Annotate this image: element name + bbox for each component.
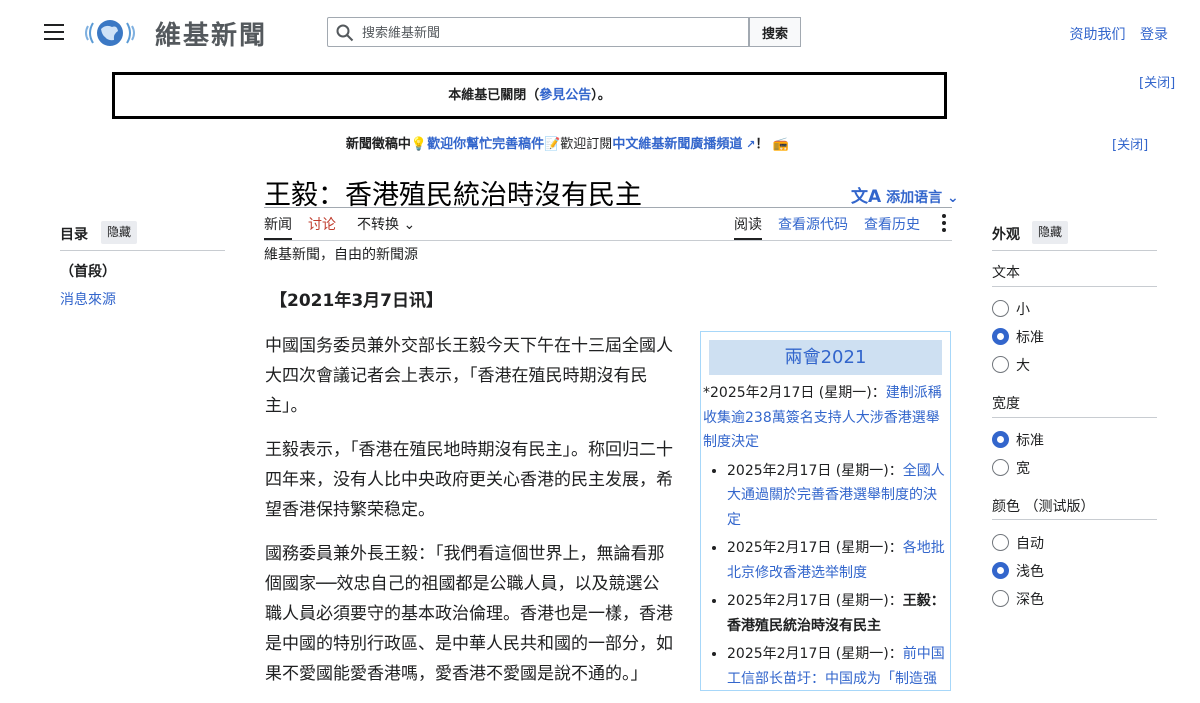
wikinews-logo-icon[interactable] (84, 16, 136, 50)
list-item: 2025年2月17日 (星期一)：各地批北京修改香港选举制度 (727, 536, 948, 585)
sitenotice-tail: ！ (755, 137, 769, 152)
notice-close-link[interactable]: [关闭] (1139, 72, 1175, 91)
text-size-large-label: 大 (1016, 358, 1030, 374)
list-item: 2025年2月17日 (星期一)：王毅：香港殖民統治時沒有民主 (727, 589, 948, 638)
add-languages-label: 添加语言 (886, 190, 943, 206)
appearance-title: 外观 (992, 227, 1020, 243)
notice-suffix: ）。 (591, 88, 611, 103)
appearance-hide-button[interactable]: 隐藏 (1032, 221, 1069, 244)
width-standard-radio[interactable] (992, 431, 1009, 448)
toc-item-top[interactable]: （首段） (60, 261, 116, 281)
site-notice: 新聞徵稿中💡歡迎你幫忙完善稿件📝歡迎訂閱中文維基新聞廣播頻道 ↗！ 📻 (0, 133, 1135, 152)
title-divider (264, 207, 952, 208)
width-wide-radio[interactable] (992, 459, 1009, 476)
external-link-icon: ↗ (742, 138, 756, 151)
article-paragraph: 國務委員兼外長王毅：「我們看這個世界上，無論看那個國家──效忠自己的祖國都是公職… (265, 544, 673, 684)
color-dark-radio[interactable] (992, 590, 1009, 607)
text-size-standard-label: 标准 (1016, 330, 1044, 346)
donate-link[interactable]: 资助我们 (1070, 27, 1126, 43)
width-standard-label: 标准 (1016, 433, 1044, 449)
tab-news[interactable]: 新闻 (264, 214, 292, 234)
sitenotice-close-link[interactable]: [关闭] (1112, 134, 1148, 153)
entry-date: 2025年2月17日 (星期一)： (727, 540, 903, 556)
search-input[interactable] (360, 20, 744, 46)
text-size-large-radio[interactable] (992, 356, 1009, 373)
more-actions-icon[interactable] (936, 211, 952, 237)
notice-link[interactable]: 參見公告 (539, 88, 591, 103)
color-light-label: 浅色 (1016, 564, 1044, 580)
toc-hide-button[interactable]: 隐藏 (101, 221, 138, 244)
sitenotice-lead: 新聞徵稿中 (345, 137, 411, 152)
infobox-list: *2025年2月17日 (星期一)：建制派稱收集逾238萬簽名支持人大涉香港選舉… (701, 381, 950, 690)
chevron-down-icon: ⌄ (399, 217, 416, 233)
site-logo-text[interactable]: 維基新聞 (155, 15, 267, 52)
article-paragraph: 中國国务委员兼外交部长王毅今天下午在十三屆全國人大四次會議记者会上表示，「香港在… (265, 336, 673, 416)
list-item: 2025年2月17日 (星期一)：前中国工信部长苗圩：中国成为「制造强国」需三十… (727, 642, 948, 690)
sitenotice-broadcast-link[interactable]: 中文維基新聞廣播頻道 (612, 137, 742, 152)
language-icon: 文A (851, 187, 882, 207)
color-dark-label: 深色 (1016, 592, 1044, 608)
login-link[interactable]: 登录 (1140, 27, 1168, 43)
text-size-divider (992, 286, 1157, 287)
toc-divider (60, 250, 225, 251)
dateline: 【2021年3月7日讯】 (270, 291, 443, 311)
lightbulb-icon: 💡 (410, 137, 428, 152)
color-auto-label: 自动 (1016, 536, 1044, 552)
closure-notice: 本維基已關閉（參見公告）。 (112, 72, 947, 119)
width-wide-label: 宽 (1016, 461, 1030, 477)
radio-icon: 📻 (768, 137, 790, 152)
user-links: 资助我们 登录 (1060, 24, 1168, 44)
search-icon (336, 24, 354, 42)
entry-date: 2025年2月17日 (星期一)： (727, 646, 903, 662)
entry-date: *2025年2月17日 (星期一)： (703, 385, 886, 401)
chevron-down-icon: ⌄ (942, 190, 959, 206)
tabs-divider (264, 240, 952, 241)
width-divider (992, 417, 1157, 418)
toc-title: 目录 (60, 227, 88, 243)
article-paragraph: 王毅表示，「香港在殖民地時期沒有民主」。称回归二十四年来，没有人比中央政府更关心… (265, 440, 673, 520)
color-divider (992, 519, 1157, 520)
list-item: 2025年2月17日 (星期一)：全國人大通過關於完善香港選舉制度的決定 (727, 459, 948, 533)
text-size-standard-radio[interactable] (992, 328, 1009, 345)
memo-icon: 📝 (544, 137, 561, 152)
sitenotice-contribute-link[interactable]: 歡迎你幫忙完善稿件 (427, 137, 544, 152)
infobox-title[interactable]: 兩會2021 (709, 340, 942, 375)
tab-view-source[interactable]: 查看源代码 (778, 214, 848, 234)
site-tagline: 維基新聞，自由的新聞源 (264, 247, 418, 263)
article-body: 中國国务委员兼外交部长王毅今天下午在十三屆全國人大四次會議记者会上表示，「香港在… (265, 331, 675, 703)
text-size-label: 文本 (992, 265, 1020, 281)
color-label: 颜色 （测试版） (992, 499, 1095, 515)
infobox-first-entry: *2025年2月17日 (星期一)：建制派稱收集逾238萬簽名支持人大涉香港選舉… (703, 381, 948, 455)
search-box[interactable] (327, 17, 749, 47)
variant-label: 不转换 (357, 217, 399, 233)
text-size-small-label: 小 (1016, 302, 1030, 318)
tab-discuss[interactable]: 讨论 (308, 214, 336, 234)
entry-date: 2025年2月17日 (星期一)： (727, 462, 903, 479)
text-size-small-radio[interactable] (992, 300, 1009, 317)
sitenotice-subscribe-text: 歡迎訂閱 (560, 137, 613, 152)
variant-dropdown[interactable]: 不转换 ⌄ (357, 214, 415, 234)
search-button[interactable]: 搜索 (749, 17, 801, 47)
tab-history[interactable]: 查看历史 (864, 214, 920, 234)
main-menu-button[interactable] (44, 24, 64, 40)
appearance-divider (992, 250, 1157, 251)
entry-date: 2025年2月17日 (星期一)： (727, 593, 903, 609)
tab-read[interactable]: 阅读 (734, 214, 762, 234)
notice-prefix: 本維基已關閉（ (448, 88, 540, 103)
color-auto-radio[interactable] (992, 534, 1009, 551)
width-label: 宽度 (992, 396, 1020, 412)
toc-item-sources[interactable]: 消息來源 (60, 289, 116, 309)
add-languages-button[interactable]: 文A 添加语言 ⌄ (851, 182, 959, 207)
related-news-infobox: 兩會2021 *2025年2月17日 (星期一)：建制派稱收集逾238萬簽名支持… (700, 331, 951, 691)
color-light-radio[interactable] (992, 562, 1009, 579)
